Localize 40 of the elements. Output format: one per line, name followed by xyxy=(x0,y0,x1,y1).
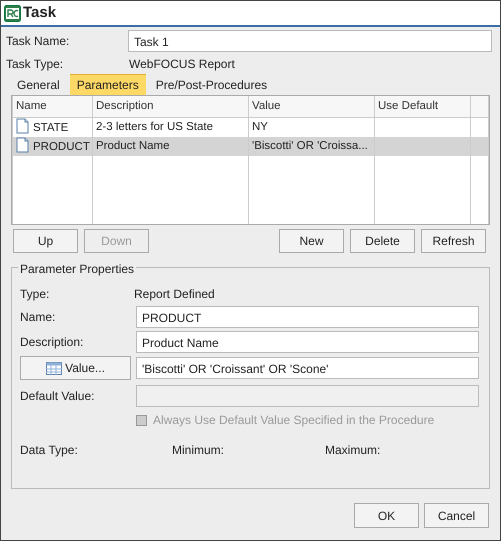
document-icon xyxy=(16,118,29,134)
dialog-button[interactable]: OK xyxy=(354,503,419,528)
column-header: Description xyxy=(92,96,248,117)
field-label: Task Name: xyxy=(6,33,70,50)
parameter-name: STATE xyxy=(33,122,68,134)
description-field[interactable]: Product Name xyxy=(136,330,479,352)
table-cell: Product Name xyxy=(92,136,248,156)
tab[interactable]: Parameters xyxy=(70,74,146,95)
list-button[interactable]: Refresh xyxy=(421,229,486,253)
table-cell: 'Biscotti' OR 'Croissa... xyxy=(248,136,374,156)
value-button[interactable]: Value... xyxy=(20,356,131,380)
name-field[interactable]: PRODUCT xyxy=(136,306,479,328)
document-icon xyxy=(16,136,29,153)
task-type-value: WebFOCUS Report xyxy=(129,56,235,73)
value-field[interactable]: 'Biscotti' OR 'Croissant' OR 'Scone' xyxy=(136,357,479,379)
list-button[interactable]: Up xyxy=(13,229,78,253)
tab[interactable]: General xyxy=(10,75,67,95)
type-value: Report Defined xyxy=(134,286,215,303)
dialog-button[interactable]: Cancel xyxy=(424,503,489,528)
field-label: Description: xyxy=(20,334,84,350)
field-label: Task Type: xyxy=(6,56,64,73)
column-header: Value xyxy=(248,96,374,117)
task-name-field[interactable]: Task 1 xyxy=(128,30,492,52)
list-button[interactable]: New xyxy=(279,229,344,253)
field-label: Default Value: xyxy=(20,388,96,404)
parameter-name: PRODUCT xyxy=(33,140,90,153)
table-icon xyxy=(46,362,62,374)
field-label: Name: xyxy=(20,308,56,326)
checkbox-label: Always Use Default Value Specified in the Procedure xyxy=(153,412,434,429)
field-label: Maximum: xyxy=(325,442,380,459)
table-row[interactable]: PRODUCT Product Name 'Biscotti' OR 'Croissa... xyxy=(12,136,488,156)
list-button[interactable]: Delete xyxy=(350,229,415,253)
field-label: Minimum: xyxy=(172,442,226,459)
tab[interactable]: Pre/Post-Procedures xyxy=(148,75,274,95)
column-header: Use Default xyxy=(374,96,470,117)
window-title: Task xyxy=(23,2,56,23)
app-logo-icon xyxy=(4,4,21,22)
column-header: Name xyxy=(12,96,92,117)
field-label: Type: xyxy=(20,286,50,303)
field-label: Data Type: xyxy=(20,442,79,459)
